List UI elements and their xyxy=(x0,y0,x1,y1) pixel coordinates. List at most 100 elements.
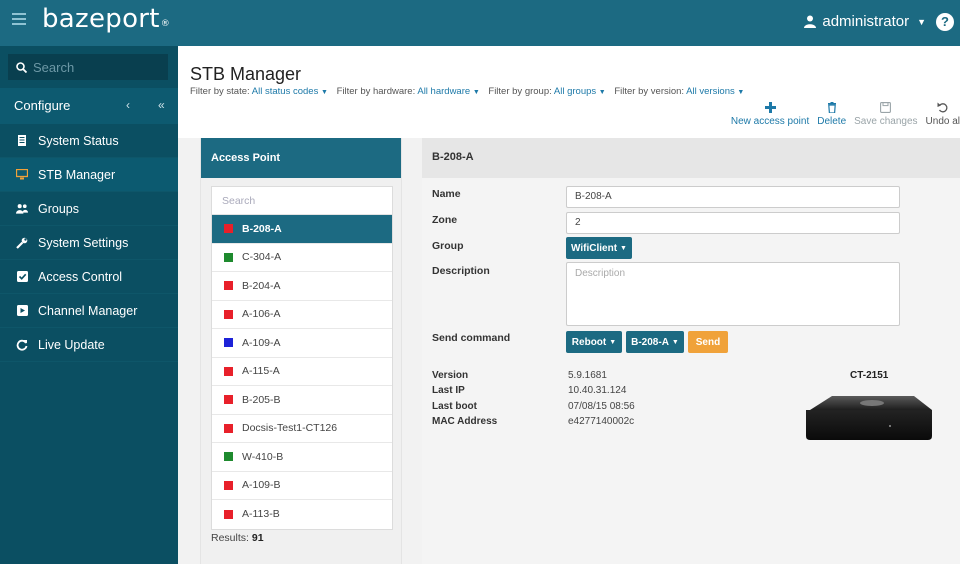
list-item[interactable]: A-109-A xyxy=(212,329,392,358)
refresh-icon xyxy=(16,339,28,351)
list-item[interactable]: B-205-B xyxy=(212,386,392,415)
list-item-label: A-113-B xyxy=(242,508,280,521)
save-changes-label: Save changes xyxy=(854,116,918,127)
filter-label: Filter by state: xyxy=(190,86,250,97)
chevron-down-icon: ▼ xyxy=(320,89,328,96)
sidebar-item-label: System Status xyxy=(38,133,119,148)
configure-header: Configure ‹ « xyxy=(0,88,178,124)
list-item[interactable]: B-204-A xyxy=(212,272,392,301)
filter-group[interactable]: Filter by group: All groups ▼ xyxy=(488,86,611,97)
sidebar-item-system-settings[interactable]: System Settings xyxy=(0,226,178,260)
action-toolbar: New access point Delete Save changes Und… xyxy=(731,102,960,127)
new-access-point-label: New access point xyxy=(730,116,810,127)
status-dot xyxy=(224,281,233,291)
users-icon xyxy=(16,203,28,215)
list-item-label: B-208-A xyxy=(242,222,282,235)
logo-text: bazeport xyxy=(42,4,160,34)
access-point-header: Access Point xyxy=(201,138,401,178)
filter-label: Filter by group: xyxy=(488,86,552,97)
filter-value: All hardware xyxy=(417,86,471,97)
version-value: 5.9.1681 xyxy=(568,370,607,381)
app-logo[interactable]: bazeport® xyxy=(42,4,170,34)
new-access-point-button[interactable]: New access point xyxy=(731,102,809,127)
chevron-down-icon: ▼ xyxy=(737,89,745,96)
status-dot xyxy=(224,395,233,405)
set-top-box-image xyxy=(806,396,932,440)
list-item[interactable]: C-304-A xyxy=(212,244,392,272)
user-menu[interactable]: administrator ▼ xyxy=(804,13,926,30)
sidebar-item-access-control[interactable]: Access Control xyxy=(0,260,178,294)
zone-field[interactable]: 2 xyxy=(566,212,900,234)
undo-all-button[interactable]: Undo al xyxy=(926,102,960,127)
filter-label: Filter by version: xyxy=(614,86,685,97)
sidebar-item-label: Groups xyxy=(38,201,79,216)
search-icon xyxy=(16,61,27,73)
menu-icon[interactable] xyxy=(12,13,26,27)
tv-icon xyxy=(16,305,28,317)
top-bar: bazeport® administrator ▼ ? xyxy=(0,0,960,46)
list-item-label: A-109-B xyxy=(242,479,281,492)
sidebar-item-groups[interactable]: Groups xyxy=(0,192,178,226)
sidebar-item-system-status[interactable]: System Status xyxy=(0,124,178,158)
command-select-value: Reboot xyxy=(571,336,607,348)
collapse-icon[interactable]: ‹ xyxy=(126,98,130,112)
sidebar-search-placeholder: Search xyxy=(33,59,75,75)
last-boot-value: 07/08/15 08:56 xyxy=(568,401,635,412)
filter-hardware[interactable]: Filter by hardware: All hardware ▼ xyxy=(337,86,486,97)
target-select[interactable]: B-208-A ▼ xyxy=(626,331,684,353)
last-boot-label: Last boot xyxy=(432,401,477,412)
plus-icon xyxy=(764,102,776,116)
group-label: Group xyxy=(432,240,464,252)
list-item[interactable]: B-208-A xyxy=(212,215,392,244)
filter-state[interactable]: Filter by state: All status codes ▼ xyxy=(190,86,334,97)
sidebar-item-live-update[interactable]: Live Update xyxy=(0,328,178,362)
send-command-label: Send command xyxy=(432,332,511,344)
list-item[interactable]: A-115-A xyxy=(212,358,392,386)
list-item[interactable]: A-113-B xyxy=(212,500,392,529)
description-field[interactable]: Description xyxy=(566,262,900,326)
command-select[interactable]: Reboot ▼ xyxy=(566,331,622,353)
sidebar-item-channel-manager[interactable]: Channel Manager xyxy=(0,294,178,328)
collapse-all-icon[interactable]: « xyxy=(158,98,165,112)
sidebar: Search Configure ‹ « System Status STB M… xyxy=(0,46,178,564)
server-icon xyxy=(16,135,28,147)
name-field[interactable]: B-208-A xyxy=(566,186,900,208)
list-item-label: W-410-B xyxy=(242,450,284,463)
filter-value: All versions xyxy=(686,86,735,97)
list-item[interactable]: W-410-B xyxy=(212,443,392,472)
results-label: Results: xyxy=(211,532,249,544)
description-label: Description xyxy=(432,265,490,277)
target-select-value: B-208-A xyxy=(631,336,669,348)
list-item[interactable]: A-109-B xyxy=(212,472,392,500)
monitor-icon xyxy=(16,169,28,181)
chevron-down-icon: ▼ xyxy=(671,338,679,346)
list-item[interactable]: A-106-A xyxy=(212,301,392,329)
trash-icon xyxy=(827,102,837,116)
sidebar-search-input[interactable]: Search xyxy=(8,54,168,80)
filter-version[interactable]: Filter by version: All versions ▼ xyxy=(614,86,750,97)
list-item[interactable]: Docsis-Test1-CT126 xyxy=(212,415,392,443)
status-dot xyxy=(224,224,233,234)
status-dot xyxy=(224,338,233,348)
chevron-down-icon: ▼ xyxy=(609,338,617,346)
filter-value: All status codes xyxy=(251,86,319,97)
logo-mark: ® xyxy=(160,19,171,29)
help-icon[interactable]: ? xyxy=(936,13,954,31)
configure-label: Configure xyxy=(14,98,71,113)
content-area: Access Point Search B-208-A C-304-A B-20… xyxy=(178,138,960,564)
filter-bar: Filter by state: All status codes ▼ Filt… xyxy=(190,86,750,97)
access-point-list: Search B-208-A C-304-A B-204-A A-106-A A… xyxy=(211,186,393,530)
access-point-panel: Access Point Search B-208-A C-304-A B-20… xyxy=(200,138,402,564)
save-changes-button[interactable]: Save changes xyxy=(854,102,918,127)
sidebar-nav: System Status STB Manager Groups System … xyxy=(0,124,178,362)
group-select[interactable]: WifiClient ▼ xyxy=(566,237,632,259)
list-item-label: C-304-A xyxy=(242,251,282,264)
access-point-search-input[interactable]: Search xyxy=(212,187,392,215)
sidebar-item-stb-manager[interactable]: STB Manager xyxy=(0,158,178,192)
sidebar-item-label: System Settings xyxy=(38,235,129,250)
filter-label: Filter by hardware: xyxy=(336,86,416,97)
detail-header: B-208-A xyxy=(422,138,960,178)
delete-button[interactable]: Delete xyxy=(817,102,846,127)
send-button[interactable]: Send xyxy=(688,331,728,353)
checkbox-icon xyxy=(16,271,28,283)
